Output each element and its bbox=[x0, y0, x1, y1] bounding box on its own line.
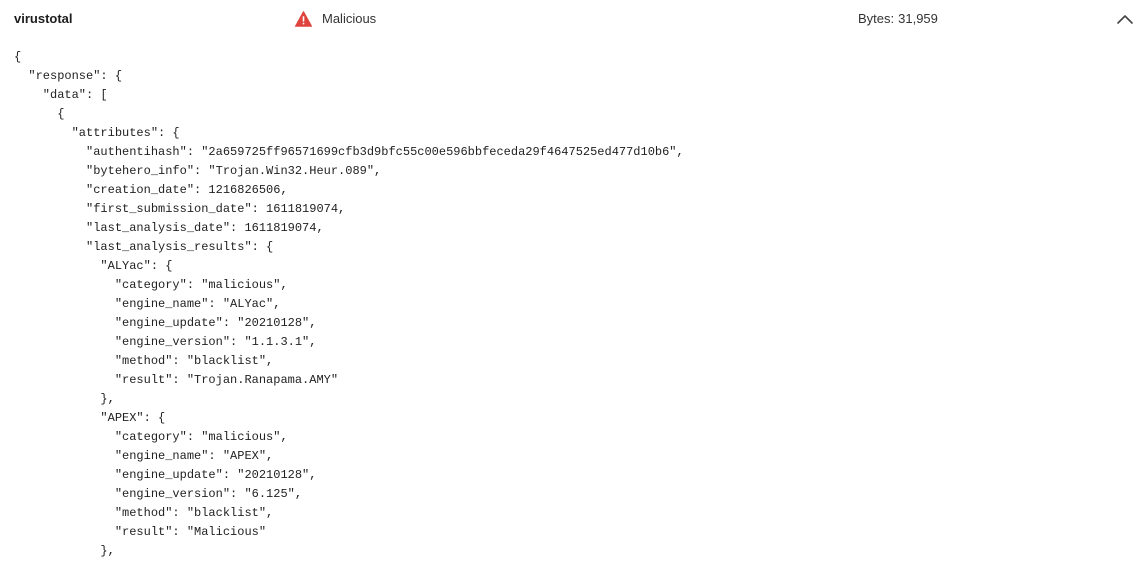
bytes-label: Bytes: bbox=[858, 11, 895, 26]
json-line: "last_analysis_results": { bbox=[14, 240, 274, 254]
json-response-view: { "response": { "data": [ { "attributes"… bbox=[14, 48, 1124, 561]
json-line: }, bbox=[14, 392, 115, 406]
panel-header[interactable]: virustotal Malicious Bytes: 31,959 bbox=[0, 0, 1136, 38]
bytes-size: Bytes: 31,959 bbox=[858, 10, 938, 28]
json-line: { bbox=[14, 50, 22, 64]
json-line: "engine_version": "6.125", bbox=[14, 487, 303, 501]
json-line: "data": [ bbox=[14, 88, 108, 102]
json-line: "engine_update": "20210128", bbox=[14, 468, 317, 482]
json-line: "engine_name": "ALYac", bbox=[14, 297, 281, 311]
verdict-label: Malicious bbox=[322, 11, 377, 26]
warning-triangle-icon bbox=[295, 11, 312, 27]
json-line: "engine_name": "APEX", bbox=[14, 449, 274, 463]
json-line: "creation_date": 1216826506, bbox=[14, 183, 288, 197]
json-line: "result": "Trojan.Ranapama.AMY" bbox=[14, 373, 339, 387]
json-line: "category": "malicious", bbox=[14, 278, 288, 292]
json-line: "method": "blacklist", bbox=[14, 354, 274, 368]
verdict: Malicious bbox=[295, 10, 376, 28]
json-line: "authentihash": "2a659725ff96571699cfb3d… bbox=[14, 145, 684, 159]
json-line: { bbox=[14, 107, 65, 121]
json-line: "bytehero_info": "Trojan.Win32.Heur.089"… bbox=[14, 164, 382, 178]
json-line: "first_submission_date": 1611819074, bbox=[14, 202, 346, 216]
bytes-value: 31,959 bbox=[898, 11, 938, 26]
chevron-up-icon[interactable] bbox=[1116, 11, 1134, 27]
json-line: "result": "Malicious" bbox=[14, 525, 267, 539]
json-line: }, bbox=[14, 544, 115, 558]
json-line: "engine_update": "20210128", bbox=[14, 316, 317, 330]
virustotal-result-panel: virustotal Malicious Bytes: 31,959 { "res… bbox=[0, 0, 1136, 561]
json-line: "attributes": { bbox=[14, 126, 180, 140]
source-name: virustotal bbox=[14, 11, 73, 26]
json-line: "category": "malicious", bbox=[14, 430, 288, 444]
json-line: "ALYac": { bbox=[14, 259, 173, 273]
json-line: "last_analysis_date": 1611819074, bbox=[14, 221, 324, 235]
json-line: "response": { bbox=[14, 69, 123, 83]
json-line: "method": "blacklist", bbox=[14, 506, 274, 520]
json-line: "APEX": { bbox=[14, 411, 166, 425]
json-line: "engine_version": "1.1.3.1", bbox=[14, 335, 317, 349]
